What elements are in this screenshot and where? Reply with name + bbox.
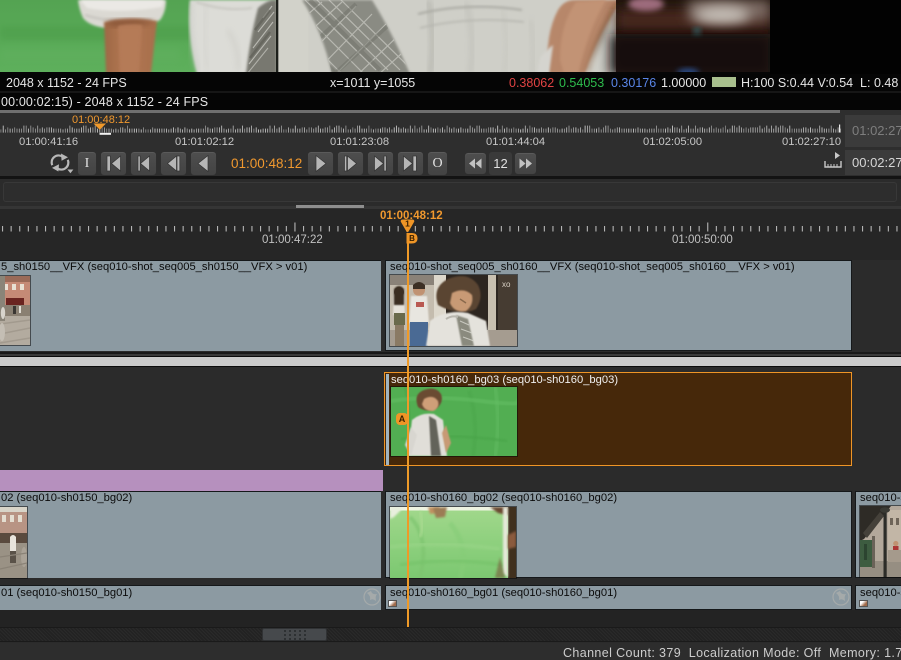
svg-text:1: 1 (405, 219, 410, 229)
svg-text:B: B (409, 234, 415, 243)
svg-text:xo: xo (502, 280, 511, 289)
